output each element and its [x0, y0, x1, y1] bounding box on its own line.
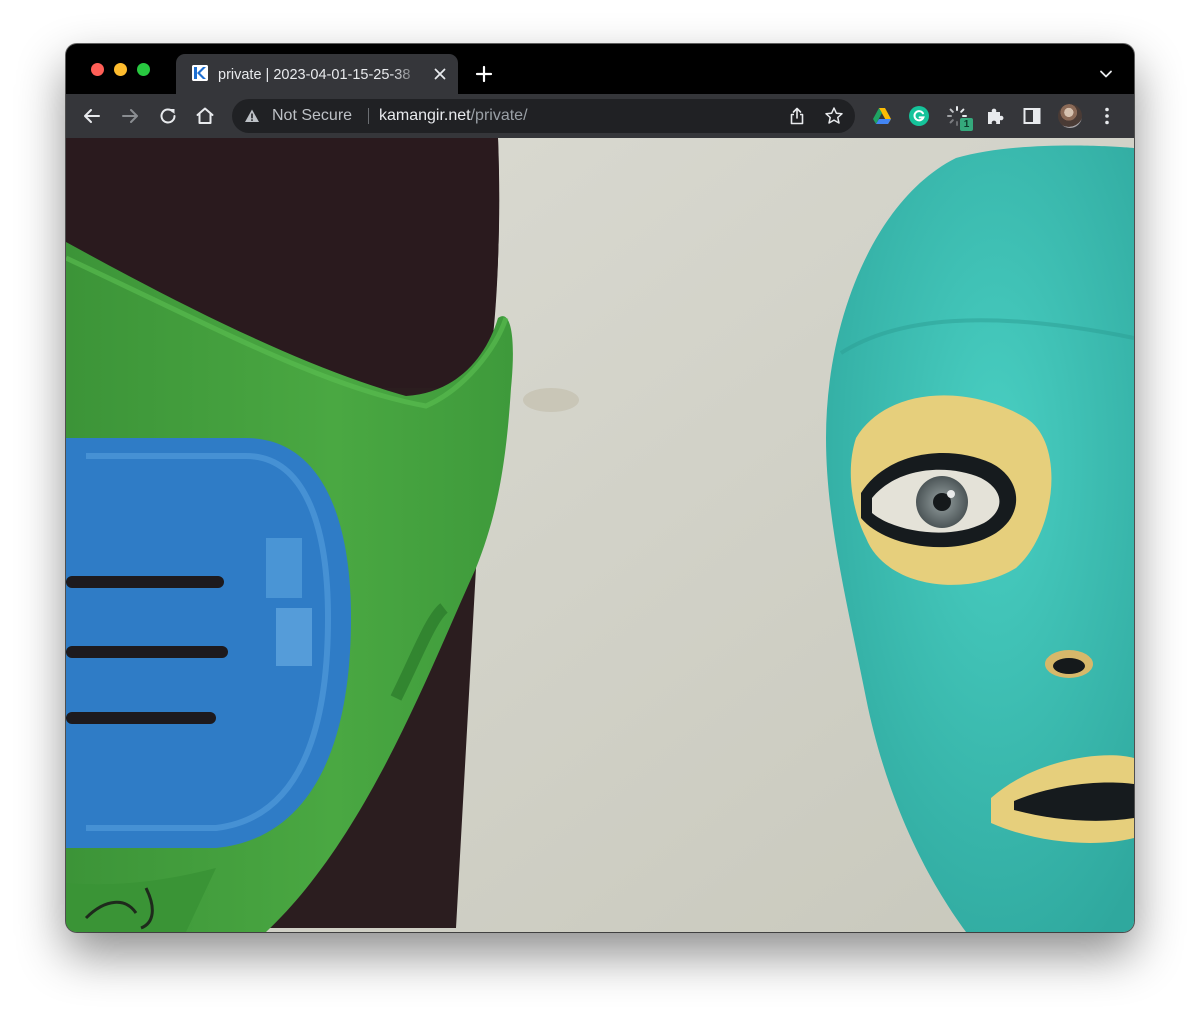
share-icon[interactable]	[787, 106, 807, 126]
google-drive-icon[interactable]	[871, 105, 893, 127]
url-domain: kamangir.net	[379, 107, 471, 124]
tab-strip: K private | 2023-04-01-15-25-38	[66, 44, 1134, 94]
close-window-button[interactable]	[91, 63, 104, 76]
home-icon[interactable]	[193, 104, 217, 128]
page-content	[66, 138, 1134, 932]
new-tab-icon[interactable]	[474, 64, 494, 84]
browser-window: K private | 2023-04-01-15-25-38 Not Secu…	[66, 44, 1134, 932]
tab-active[interactable]: K private | 2023-04-01-15-25-38	[176, 54, 458, 94]
puzzle-extensions-icon[interactable]	[984, 105, 1006, 127]
side-panel-icon[interactable]	[1021, 105, 1043, 127]
more-menu-icon[interactable]	[1096, 105, 1118, 127]
url-path: /private/	[470, 107, 528, 124]
omnibox-divider	[368, 108, 369, 124]
browser-toolbar: Not Secure kamangir.net/private/ 1	[66, 94, 1134, 138]
address-bar[interactable]: Not Secure kamangir.net/private/	[232, 99, 855, 133]
page-image	[66, 138, 1134, 932]
reload-icon[interactable]	[156, 104, 180, 128]
url-text[interactable]: kamangir.net/private/	[379, 107, 528, 125]
zoom-window-button[interactable]	[137, 63, 150, 76]
minimize-window-button[interactable]	[114, 63, 127, 76]
warning-icon[interactable]	[244, 108, 260, 124]
bookmark-star-icon[interactable]	[824, 106, 844, 126]
forward-arrow-icon[interactable]	[118, 104, 142, 128]
tab-title: private | 2023-04-01-15-25-38	[218, 67, 411, 83]
profile-avatar[interactable]	[1058, 104, 1082, 128]
grammarly-icon[interactable]	[908, 105, 930, 127]
site-favicon-icon: K	[192, 65, 208, 81]
security-status-label[interactable]: Not Secure	[272, 107, 352, 125]
close-icon[interactable]	[432, 66, 448, 82]
back-arrow-icon[interactable]	[80, 104, 104, 128]
chevron-down-icon[interactable]	[1098, 66, 1114, 82]
extension-badge: 1	[960, 118, 973, 131]
